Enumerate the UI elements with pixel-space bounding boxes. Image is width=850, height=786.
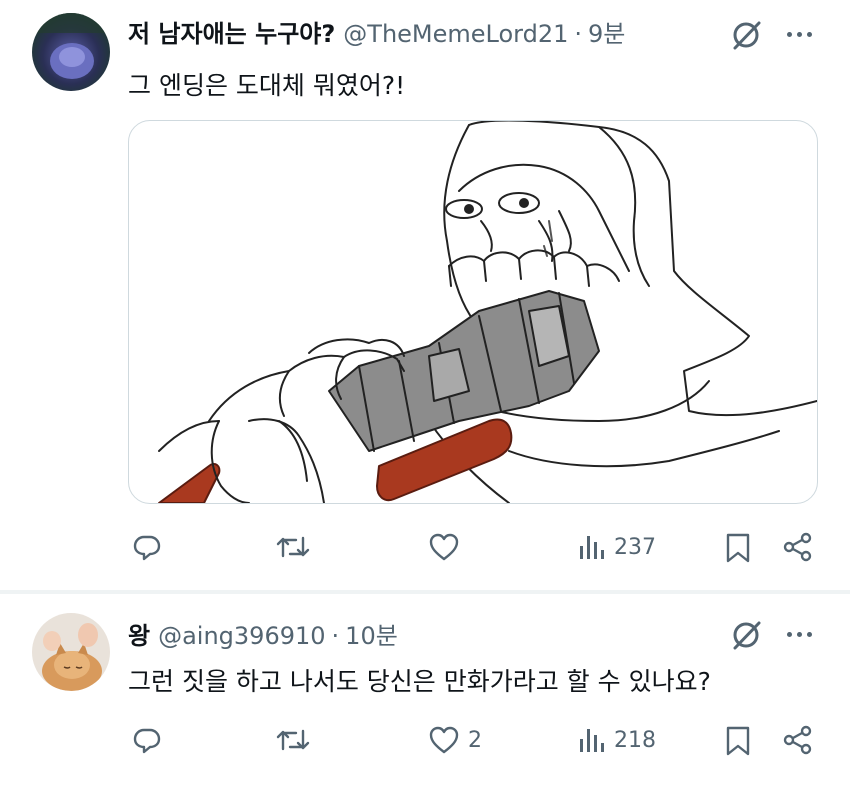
tweet-media-image[interactable]: [128, 120, 818, 504]
author-name[interactable]: 왕: [128, 616, 150, 651]
bookmark-icon: [726, 726, 750, 756]
author-handle[interactable]: @TheMemeLord21: [343, 20, 568, 48]
retweet-button[interactable]: [276, 532, 310, 562]
tweet: 저 남자애는 누구야? @TheMemeLord21 · 9분 그 엔딩은 도대…: [0, 0, 850, 590]
share-icon: [783, 725, 812, 755]
view-count: 218: [614, 727, 656, 753]
like-button[interactable]: 2: [428, 725, 482, 755]
like-count: 2: [468, 727, 482, 753]
share-button[interactable]: [782, 532, 814, 562]
view-count: 237: [614, 534, 656, 560]
heart-icon: [429, 533, 459, 561]
heart-icon: [429, 726, 459, 754]
views-bar-icon: [580, 729, 604, 752]
avatar[interactable]: [32, 13, 110, 91]
grok-icon[interactable]: [730, 18, 764, 52]
tweet-text: 그 엔딩은 도대체 뭐였어?!: [128, 71, 406, 100]
timestamp[interactable]: 9분: [588, 14, 625, 49]
share-icon: [783, 532, 812, 562]
retweet-button[interactable]: [276, 725, 310, 755]
avatar[interactable]: [32, 613, 110, 691]
more-dots-icon[interactable]: [782, 24, 816, 44]
bookmark-button[interactable]: [724, 532, 752, 564]
separator: ·: [331, 622, 340, 650]
retweet-icon: [276, 729, 310, 751]
views-button[interactable]: 237: [576, 532, 656, 562]
more-dots-icon[interactable]: [782, 624, 816, 644]
bookmark-button[interactable]: [724, 725, 752, 757]
grok-icon[interactable]: [730, 618, 764, 652]
reply-icon: [133, 535, 161, 561]
share-button[interactable]: [782, 725, 814, 755]
author-handle[interactable]: @aing396910: [158, 622, 325, 650]
tweet-header: 왕 @aing396910 · 10분: [128, 616, 398, 651]
reply-button[interactable]: [132, 725, 162, 755]
tweet-header: 저 남자애는 누구야? @TheMemeLord21 · 9분: [128, 14, 625, 49]
bookmark-icon: [726, 533, 750, 563]
views-bar-icon: [580, 536, 604, 559]
tweet-text: 그런 짓을 하고 나서도 당신은 만화가라고 할 수 있나요?: [128, 667, 711, 696]
reply-icon: [133, 728, 161, 754]
tweet-divider: [0, 590, 850, 594]
views-button[interactable]: 218: [576, 725, 656, 755]
retweet-icon: [276, 536, 310, 558]
author-name[interactable]: 저 남자애는 누구야?: [128, 14, 335, 49]
timestamp[interactable]: 10분: [345, 616, 398, 651]
reply-button[interactable]: [132, 532, 162, 562]
separator: ·: [574, 20, 583, 48]
like-button[interactable]: [428, 532, 468, 562]
